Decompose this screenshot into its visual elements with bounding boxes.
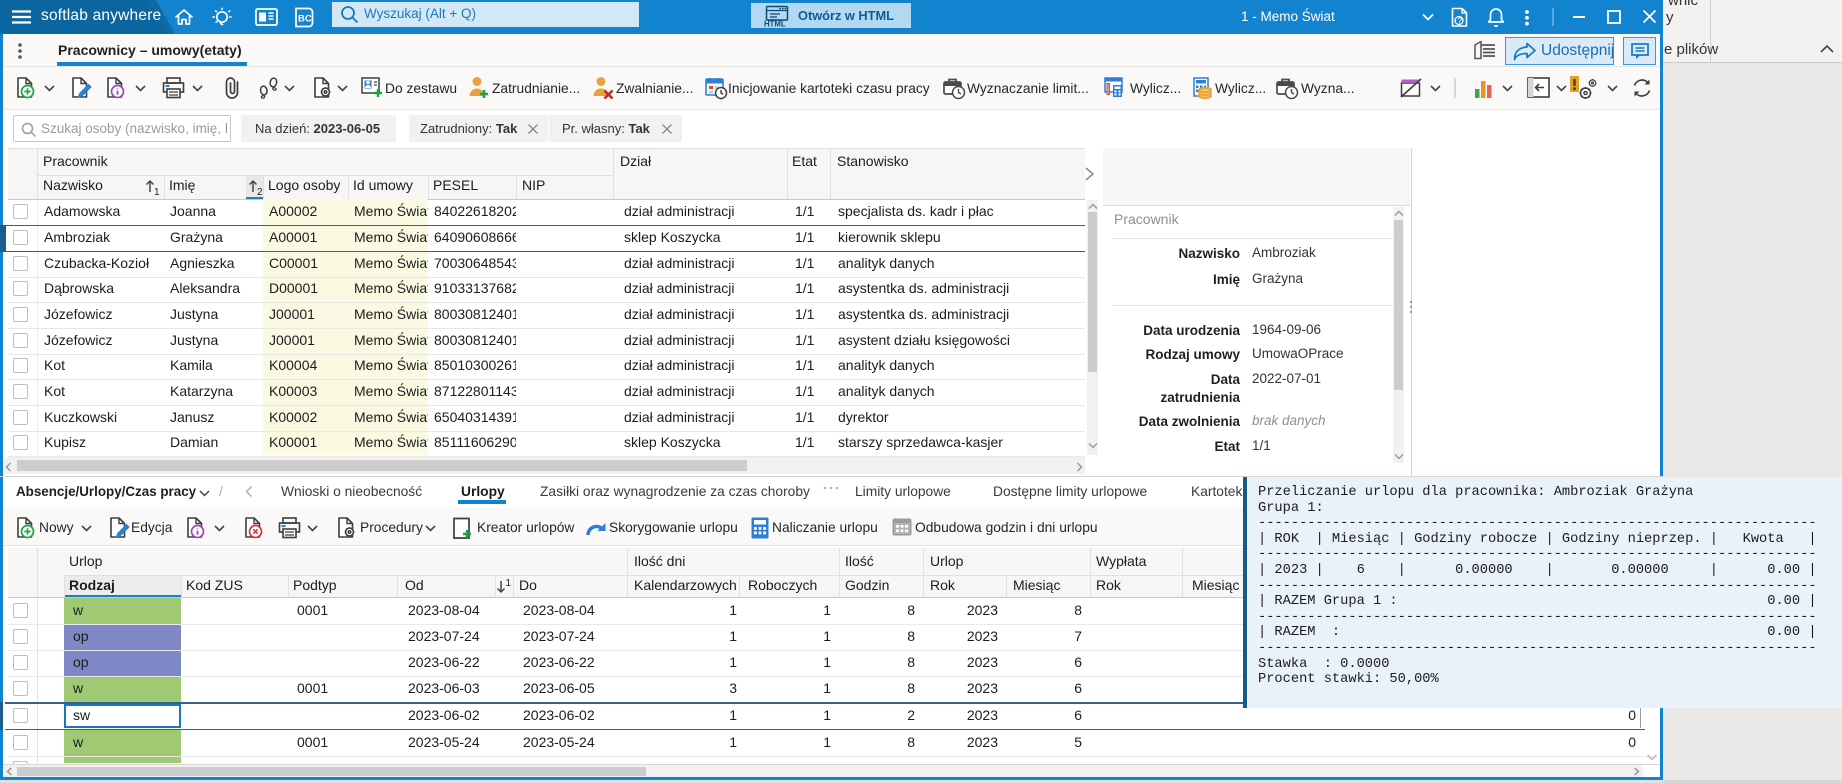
svg-text:1: 1	[154, 187, 160, 196]
svg-text:?: ?	[1457, 16, 1462, 26]
svg-text:1: 1	[506, 578, 512, 589]
svg-text:HTML: HTML	[764, 20, 786, 28]
svg-text:BC: BC	[298, 14, 312, 25]
